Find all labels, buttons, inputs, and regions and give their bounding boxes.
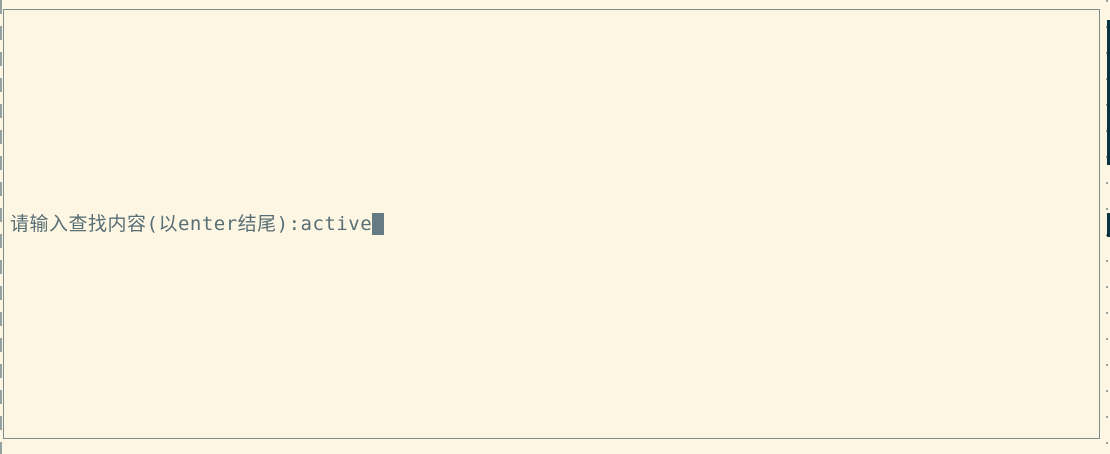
text-cursor bbox=[372, 213, 385, 235]
terminal-window: 请输入查找内容(以enter结尾): active bbox=[0, 0, 1110, 454]
search-prompt-line[interactable]: 请输入查找内容(以enter结尾): active bbox=[10, 213, 385, 235]
search-input[interactable]: active bbox=[301, 213, 373, 235]
search-dialog: 请输入查找内容(以enter结尾): active bbox=[3, 9, 1100, 439]
left-gutter bbox=[0, 0, 2, 454]
search-prompt-label: 请输入查找内容(以enter结尾): bbox=[10, 213, 301, 235]
